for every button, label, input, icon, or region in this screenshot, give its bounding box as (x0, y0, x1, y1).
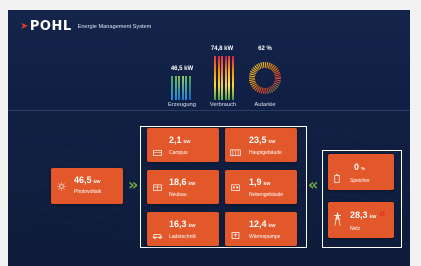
grid-feed-in-chevron-icon: « (379, 206, 386, 220)
neubau-label: Neubau (169, 192, 187, 198)
nebengebaeude-value: 1,9 kW (249, 177, 271, 187)
screen: ➤ POHL Energie Management System 46,5 kW… (0, 0, 421, 266)
consumer-tile-neubau[interactable]: 18,6 kW Neubau (147, 170, 219, 204)
ladetechnik-value: 16,3 kW (169, 219, 196, 229)
hauptgebaeude-value: 23,5 kW (249, 135, 276, 145)
verbrauch-label: Verbrauch (209, 102, 237, 108)
verbrauch-value: 74,8 kW (210, 46, 234, 52)
new-building-icon (153, 184, 162, 191)
neubau-value: 18,6 kW (169, 177, 196, 187)
logo-text: POHL (29, 19, 72, 34)
consumer-tile-ladetechnik[interactable]: 16,3 kW Ladetechnik (147, 212, 219, 246)
side-building-icon (231, 184, 240, 191)
flow-right-chevron-icon: » (128, 175, 139, 194)
erzeugung-value: 46,5 kW (170, 66, 194, 72)
consumer-tile-campus[interactable]: 2,1 kW Campus (147, 128, 219, 162)
netz-tile[interactable]: 28,3 kW Netz « (328, 202, 394, 238)
ev-charging-icon (152, 234, 163, 239)
pohl-logo: ➤ POHL (20, 19, 72, 34)
speicher-value: 0% (354, 162, 366, 172)
erzeugung-bars (171, 76, 191, 100)
waermepumpe-label: Wärmepumpe (249, 234, 281, 240)
ems-dashboard: ➤ POHL Energie Management System 46,5 kW… (8, 10, 410, 266)
consumer-tile-nebengebaeude[interactable]: 1,9 kW Nebengebäude (225, 170, 297, 204)
campus-label: Campus (169, 150, 188, 156)
section-divider (8, 110, 410, 111)
brand-logo: ➤ POHL Energie Management System (20, 19, 151, 34)
heat-pump-icon (231, 232, 240, 239)
app-subtitle: Energie Management System (77, 23, 152, 30)
photovoltaik-label: Photovoltaik (74, 189, 102, 195)
autarkie-value: 62 % (258, 46, 272, 52)
flow-left-chevron-icon: « (308, 175, 319, 194)
autarkie-ring (249, 62, 281, 94)
consumer-tile-hauptgebaeude[interactable]: 23,5 kW Hauptgebäude (225, 128, 297, 162)
sun-icon (57, 182, 66, 191)
campus-value: 2,1 kW (169, 135, 191, 145)
power-pylon-icon (334, 212, 341, 226)
verbrauch-bars (214, 56, 234, 100)
main-building-icon (230, 149, 241, 156)
photovoltaik-value: 46,5 kW (74, 175, 101, 185)
speicher-label: Speicher (350, 178, 370, 184)
erzeugung-label: Erzeugung (167, 102, 197, 108)
battery-icon (334, 174, 340, 183)
waermepumpe-value: 12,4 kW (249, 219, 276, 229)
ladetechnik-label: Ladetechnik (169, 234, 196, 240)
campus-icon (153, 149, 162, 156)
logo-arrow-icon: ➤ (20, 21, 29, 32)
photovoltaik-tile[interactable]: 46,5 kW Photovoltaik (51, 168, 123, 204)
hauptgebaeude-label: Hauptgebäude (249, 150, 282, 156)
consumer-tile-waermepumpe[interactable]: 12,4 kW Wärmepumpe (225, 212, 297, 246)
netz-label: Netz (350, 226, 361, 232)
nebengebaeude-label: Nebengebäude (249, 192, 284, 198)
netz-value: 28,3 kW (350, 210, 377, 220)
autarkie-label: Autarkie (254, 102, 276, 108)
speicher-tile[interactable]: 0% Speicher (328, 154, 394, 190)
